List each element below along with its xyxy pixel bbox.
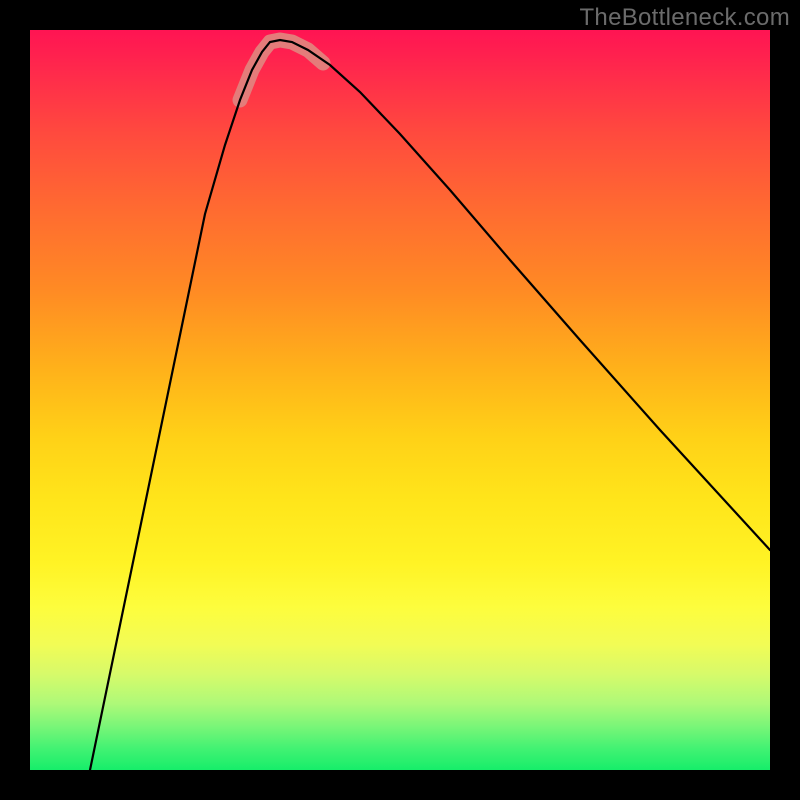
watermark-text: TheBottleneck.com [579,4,790,32]
bottleneck-curve [90,40,770,770]
chart-frame: TheBottleneck.com [0,0,800,800]
chart-svg [30,30,770,770]
plot-area [30,30,770,770]
